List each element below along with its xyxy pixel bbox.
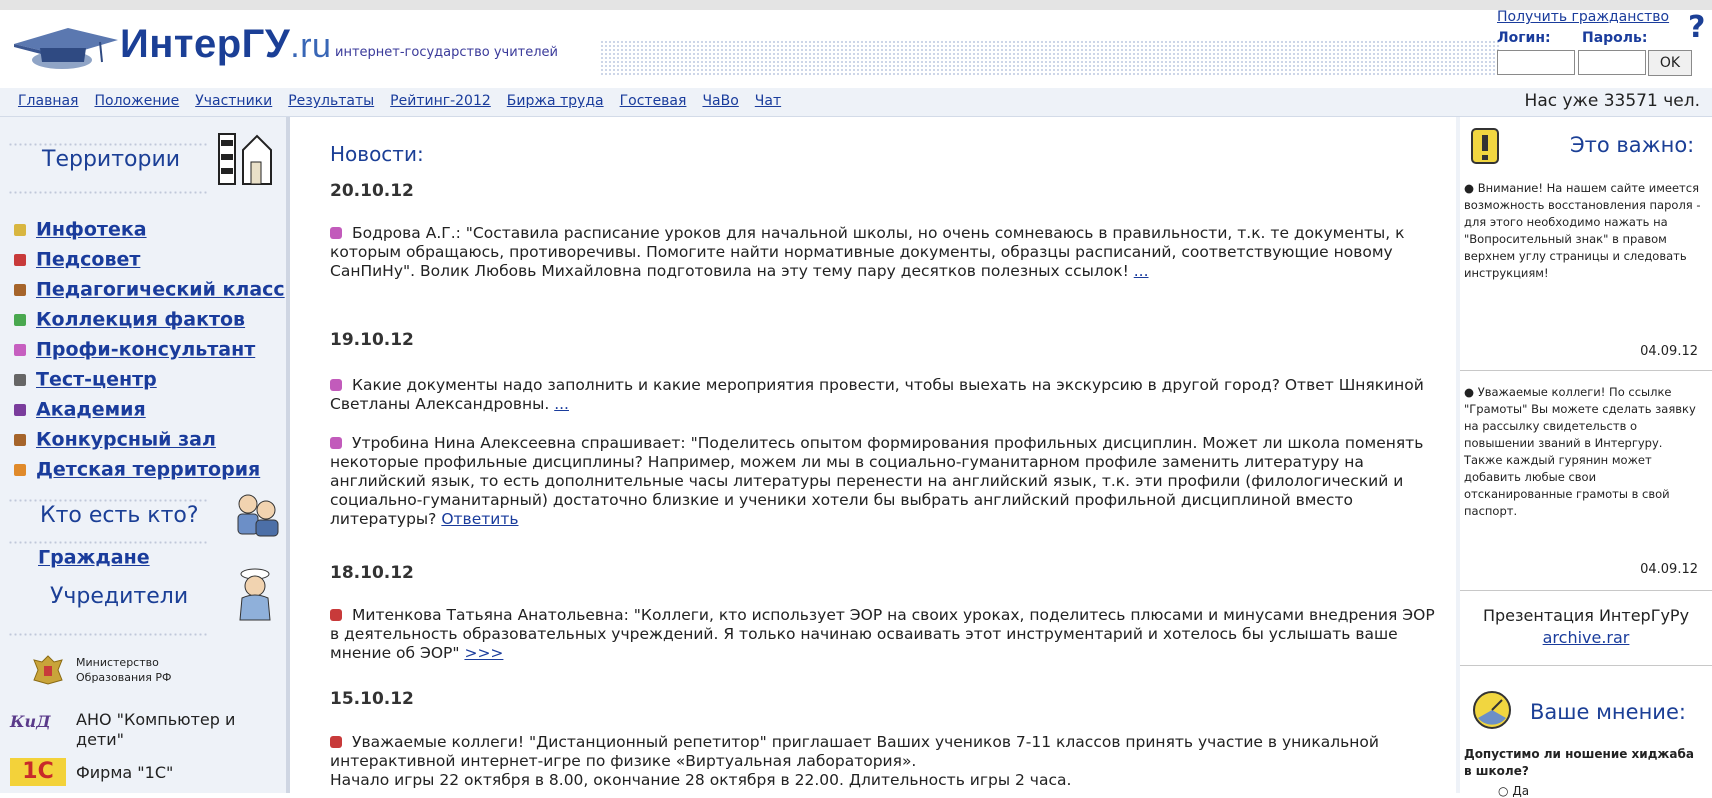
menu-academy[interactable]: Академия	[14, 398, 146, 421]
important-title: Это важно:	[1570, 133, 1695, 157]
divider	[1460, 370, 1712, 371]
exclamation-icon	[1468, 125, 1504, 171]
read-more-link[interactable]: >>>	[464, 644, 503, 662]
founders-title: Учредители	[50, 584, 189, 609]
site-logo[interactable]: ИнтерГУ.ru	[120, 22, 331, 67]
menu-ped-class[interactable]: Педагогический класс	[14, 278, 285, 301]
top-border	[0, 0, 1712, 10]
territories-title: Территории	[42, 147, 181, 172]
menu-contest-hall[interactable]: Конкурсный зал	[14, 428, 216, 451]
nav-rules[interactable]: Положение	[94, 93, 179, 109]
nav-home[interactable]: Главная	[18, 93, 78, 109]
news-item: Митенкова Татьяна Анатольевна: "Коллеги,…	[330, 606, 1435, 662]
help-question-icon[interactable]: ?	[1688, 10, 1705, 45]
nav-chat[interactable]: Чат	[755, 93, 781, 109]
presentation-label: Презентация ИнтерГуРу	[1482, 606, 1690, 625]
poll-question: Допустимо ли ношение хиджаба в школе?	[1464, 747, 1694, 778]
bullet-square-icon	[14, 433, 26, 446]
dots-divider	[8, 632, 208, 638]
bullet-square-icon	[14, 343, 26, 356]
news-bullet-icon	[330, 227, 342, 239]
sponsor-ministry[interactable]: Министерство Образования РФ	[76, 655, 216, 685]
russia-emblem-icon	[30, 652, 66, 692]
territory-gate-icon	[215, 130, 273, 192]
bullet-square-icon	[14, 283, 26, 296]
news-bullet-icon	[330, 437, 342, 449]
divider	[1460, 665, 1712, 666]
people-icon	[232, 492, 282, 542]
nav-participants[interactable]: Участники	[195, 93, 272, 109]
login-input[interactable]	[1497, 50, 1575, 75]
header-dot-pattern	[600, 40, 1500, 76]
poll-radio[interactable]: ○	[1498, 784, 1508, 798]
founder-man-icon	[232, 566, 278, 626]
member-count: Нас уже 33571 чел.	[1524, 91, 1700, 111]
bullet-square-icon	[14, 373, 26, 386]
bullet-square-icon	[14, 253, 26, 266]
dots-divider	[8, 190, 208, 196]
news-date: 19.10.12	[330, 330, 414, 350]
news-bullet-icon	[330, 379, 342, 391]
reply-link[interactable]: Ответить	[441, 510, 518, 528]
news-date: 15.10.12	[330, 689, 414, 709]
read-more-link[interactable]: ...	[1134, 262, 1149, 280]
news-item: Утробина Нина Алексеевна спрашивает: "По…	[330, 434, 1424, 528]
bullet-square-icon	[14, 463, 26, 476]
bullet-square-icon	[14, 223, 26, 236]
who-is-who-title: Кто есть кто?	[40, 503, 199, 528]
kid-logo: КиД	[10, 712, 51, 731]
logo-main: ИнтерГУ	[120, 22, 291, 66]
nav-rating[interactable]: Рейтинг-2012	[390, 93, 491, 109]
menu-infoteka[interactable]: Инфотека	[14, 218, 147, 241]
bullet-square-icon	[14, 403, 26, 416]
news-item: Уважаемые коллеги! "Дистанционный репети…	[330, 733, 1379, 789]
sponsor-1c[interactable]: Фирма "1С"	[76, 763, 173, 783]
notice-date: 04.09.12	[1640, 562, 1698, 577]
left-sidebar-divider	[286, 117, 290, 793]
logo-suffix: .ru	[290, 27, 332, 65]
notice-date: 04.09.12	[1640, 344, 1698, 359]
menu-kids[interactable]: Детская территория	[14, 458, 260, 481]
password-label: Пароль:	[1582, 30, 1648, 46]
main-nav: Главная Положение Участники Результаты Рейти…	[18, 93, 797, 109]
poll-option[interactable]: ○ Да	[1498, 784, 1529, 798]
news-item: Какие документы надо заполнить и какие м…	[330, 376, 1424, 413]
opinion-title: Ваше мнение:	[1530, 700, 1686, 724]
news-date: 18.10.12	[330, 563, 414, 583]
news-item: Бодрова А.Г.: "Составила расписание урок…	[330, 224, 1405, 280]
news-bullet-icon	[330, 736, 342, 748]
divider	[1460, 590, 1712, 591]
sponsor-kid[interactable]: АНО "Компьютер и дети"	[76, 710, 276, 750]
citizens-link[interactable]: Граждане	[38, 546, 150, 569]
read-more-link[interactable]: ...	[554, 395, 569, 413]
login-ok-button[interactable]: OK	[1648, 50, 1692, 76]
onec-logo: 1С	[10, 758, 66, 786]
menu-test-center[interactable]: Тест-центр	[14, 368, 157, 391]
notice-text: ● Внимание! На нашем сайте имеется возмо…	[1464, 181, 1701, 280]
main-nav-bar: Главная Положение Участники Результаты Рейти…	[0, 88, 1712, 117]
menu-pedsovet[interactable]: Педсовет	[14, 248, 140, 271]
nav-guestbook[interactable]: Гостевая	[620, 93, 687, 109]
news-title: Новости:	[330, 142, 424, 166]
nav-job-exchange[interactable]: Биржа труда	[507, 93, 604, 109]
get-citizenship-link[interactable]: Получить гражданство	[1497, 9, 1669, 25]
site-tagline: интернет-государство учителей	[335, 45, 558, 60]
password-input[interactable]	[1578, 50, 1646, 75]
poll-gauge-icon	[1470, 688, 1514, 736]
menu-consultant[interactable]: Профи-консультант	[14, 338, 255, 361]
news-date: 20.10.12	[330, 181, 414, 201]
bullet-square-icon	[14, 313, 26, 326]
nav-results[interactable]: Результаты	[288, 93, 374, 109]
presentation-archive-link[interactable]: archive.rar	[1460, 628, 1712, 647]
notice-text: ● Уважаемые коллеги! По ссылке "Грамоты"…	[1464, 385, 1696, 518]
login-label: Логин:	[1497, 30, 1551, 46]
news-bullet-icon	[330, 609, 342, 621]
menu-facts[interactable]: Коллекция фактов	[14, 308, 245, 331]
nav-faq[interactable]: ЧаВо	[702, 93, 738, 109]
graduation-cap-icon[interactable]	[10, 22, 120, 76]
